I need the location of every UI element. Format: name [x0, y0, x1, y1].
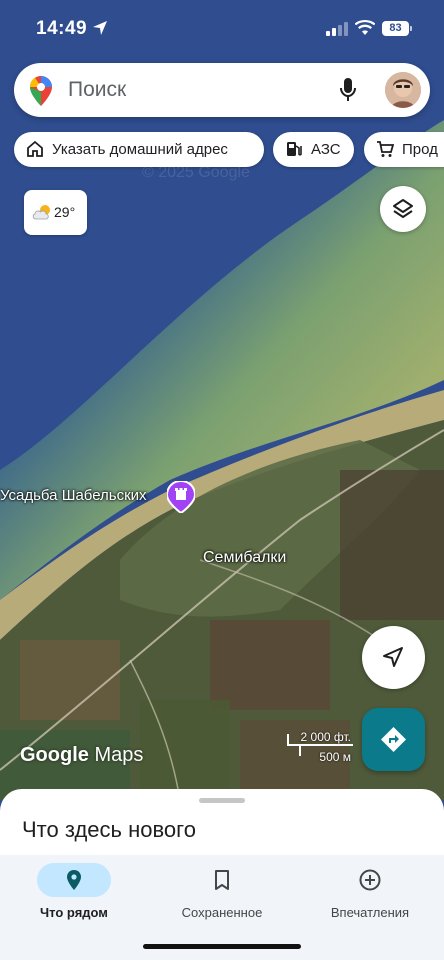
my-location-button[interactable]	[362, 626, 425, 689]
chip-shop-label: Прод	[402, 141, 438, 158]
layers-icon	[393, 199, 413, 218]
bookmark-icon	[215, 870, 229, 890]
logo-google-text: Google	[20, 744, 89, 766]
layers-button[interactable]	[380, 186, 426, 232]
chip-set-home[interactable]: Указать домашний адрес	[14, 132, 264, 167]
google-maps-logo: Google Maps	[20, 744, 143, 767]
scale-bar	[287, 744, 353, 746]
battery-tip	[410, 26, 412, 31]
tab-saved[interactable]: Сохраненное	[148, 855, 296, 935]
weather-badge[interactable]: 29°	[24, 190, 87, 235]
scale-meters: 500 м	[319, 750, 351, 764]
directions-button[interactable]	[362, 708, 425, 771]
google-maps-pin-icon	[30, 76, 52, 106]
microphone-icon[interactable]	[339, 77, 357, 103]
tab-nearby-label: Что рядом	[40, 905, 108, 920]
home-icon	[27, 140, 43, 157]
location-arrow-icon	[93, 21, 107, 35]
scale-tick-m	[299, 744, 301, 756]
tab-nearby[interactable]: Что рядом	[0, 855, 148, 935]
chip-home-label: Указать домашний адрес	[52, 141, 228, 158]
landmark-pin-icon[interactable]	[167, 481, 195, 513]
shopping-cart-icon	[377, 141, 394, 157]
sheet-drag-handle[interactable]	[199, 798, 245, 803]
cellular-signal-icon	[326, 22, 348, 36]
search-bar[interactable]: Поиск	[14, 63, 430, 117]
chip-groceries[interactable]: Прод	[364, 132, 444, 167]
gas-station-icon	[287, 142, 302, 156]
add-circle-icon	[359, 869, 381, 891]
chip-gas-label: АЗС	[311, 141, 341, 158]
status-time: 14:49	[36, 18, 88, 39]
battery-indicator: 83	[382, 21, 409, 36]
profile-avatar[interactable]	[385, 72, 421, 108]
sheet-title: Что здесь нового	[22, 817, 196, 842]
place-label-semibalki[interactable]: Семибалки	[203, 549, 286, 567]
scale-feet: 2 000 фт.	[300, 730, 351, 744]
tab-contribute[interactable]: Впечатления	[296, 855, 444, 935]
search-input[interactable]: Поиск	[68, 78, 126, 102]
wifi-icon	[355, 20, 375, 35]
weather-temperature: 29°	[54, 204, 76, 220]
location-pin-icon	[67, 870, 81, 890]
logo-maps-text: Maps	[94, 744, 144, 766]
directions-icon	[381, 727, 406, 752]
partly-cloudy-icon	[32, 205, 50, 220]
tab-contribute-label: Впечатления	[330, 905, 410, 920]
tab-saved-label: Сохраненное	[181, 905, 263, 920]
map-scale: 2 000 фт. 500 м	[287, 728, 353, 768]
status-bar: 14:49 83	[0, 0, 444, 56]
place-label-usadba[interactable]: Усадьба Шабельских	[0, 487, 147, 504]
map-copyright-watermark: © 2025 Google	[142, 164, 250, 181]
home-indicator[interactable]	[143, 944, 301, 949]
navigation-arrow-icon	[383, 647, 403, 667]
chip-gas-stations[interactable]: АЗС	[273, 132, 354, 167]
